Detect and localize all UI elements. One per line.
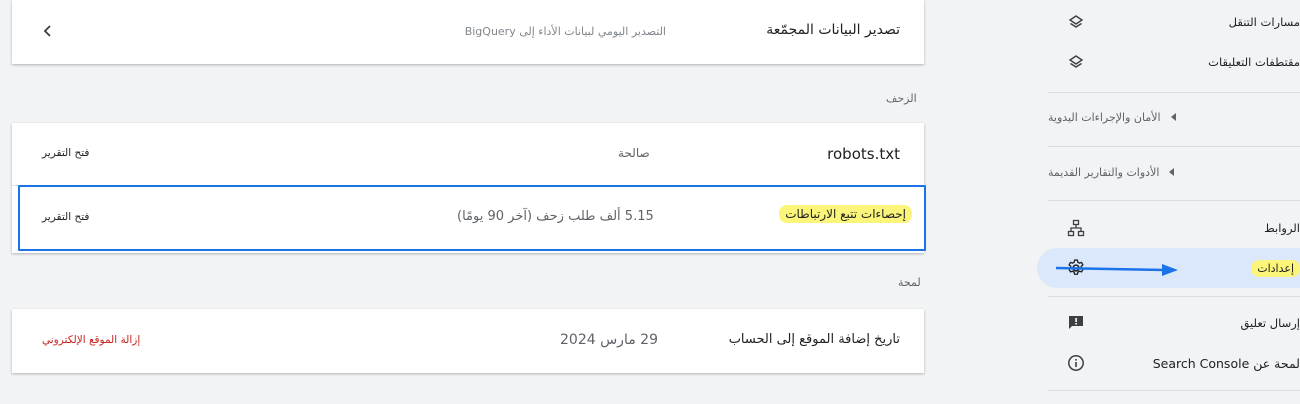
bulk-export-description: التصدير اليومي لبيانات الأداء إلى BigQue… (464, 25, 666, 38)
layers-icon (1066, 52, 1086, 72)
highlight-box (18, 185, 926, 251)
sidebar-item-send-feedback[interactable]: إرسال تعليق (1050, 303, 1300, 343)
remove-site-link[interactable]: إزالة الموقع الإلكتروني (42, 334, 140, 346)
sidebar-item-links[interactable]: الروابط (1050, 208, 1300, 248)
info-icon (1066, 353, 1086, 373)
annotation-arrow (1055, 264, 1178, 276)
about-section-title: لمحة (898, 276, 921, 289)
sidebar: مسارات التنقل مقتطفات التعليقات الأمان و… (1037, 0, 1300, 404)
bulk-export-card[interactable]: تصدير البيانات المجمّعة التصدير اليومي ل… (12, 0, 924, 64)
triangle-left-icon (1170, 113, 1176, 121)
layers-icon (1066, 12, 1086, 32)
crawl-section-title: الزحف (886, 92, 917, 105)
bulk-export-title: تصدير البيانات المجمّعة (766, 22, 900, 38)
sidebar-divider (1048, 146, 1300, 147)
site-added-date-value: 29 مارس 2024 (560, 332, 658, 348)
table-row: تاريخ إضافة الموقع إلى الحساب 29 مارس 20… (12, 309, 924, 373)
feedback-icon (1066, 313, 1086, 333)
table-row[interactable]: robots.txt صالحة فتح التقرير (12, 123, 924, 185)
sidebar-item-about[interactable]: لمحة عن Search Console (1050, 343, 1300, 383)
sidebar-divider (1048, 390, 1300, 391)
sidebar-group-legacy-tools[interactable]: الأدوات والتقارير القديمة (1048, 148, 1300, 196)
robots-title: robots.txt (827, 145, 900, 163)
robots-status: صالحة (618, 146, 650, 160)
site-added-date-title: تاريخ إضافة الموقع إلى الحساب (728, 332, 900, 347)
sidebar-item-breadcrumbs[interactable]: مسارات التنقل (1050, 2, 1300, 42)
sidebar-divider (1048, 200, 1300, 201)
robots-open-report-link[interactable]: فتح التقرير (42, 147, 89, 159)
triangle-left-icon (1169, 168, 1175, 176)
sidebar-group-label: الأمان والإجراءات اليدوية (1048, 110, 1161, 124)
sidebar-item-label: إرسال تعليق (1240, 316, 1300, 330)
sitemap-icon (1066, 218, 1086, 238)
sidebar-group-label: الأدوات والتقارير القديمة (1048, 165, 1160, 179)
sidebar-item-label: مسارات التنقل (1228, 15, 1300, 29)
sidebar-divider (1048, 296, 1300, 297)
chevron-left-icon[interactable] (40, 23, 56, 43)
sidebar-group-security[interactable]: الأمان والإجراءات اليدوية (1048, 93, 1300, 141)
sidebar-item-label: مقتطفات التعليقات (1208, 55, 1300, 69)
about-card: تاريخ إضافة الموقع إلى الحساب 29 مارس 20… (12, 309, 924, 373)
sidebar-item-label: لمحة عن Search Console (1152, 355, 1300, 371)
sidebar-item-review-snippets[interactable]: مقتطفات التعليقات (1050, 42, 1300, 82)
sidebar-item-label: الروابط (1264, 221, 1300, 235)
